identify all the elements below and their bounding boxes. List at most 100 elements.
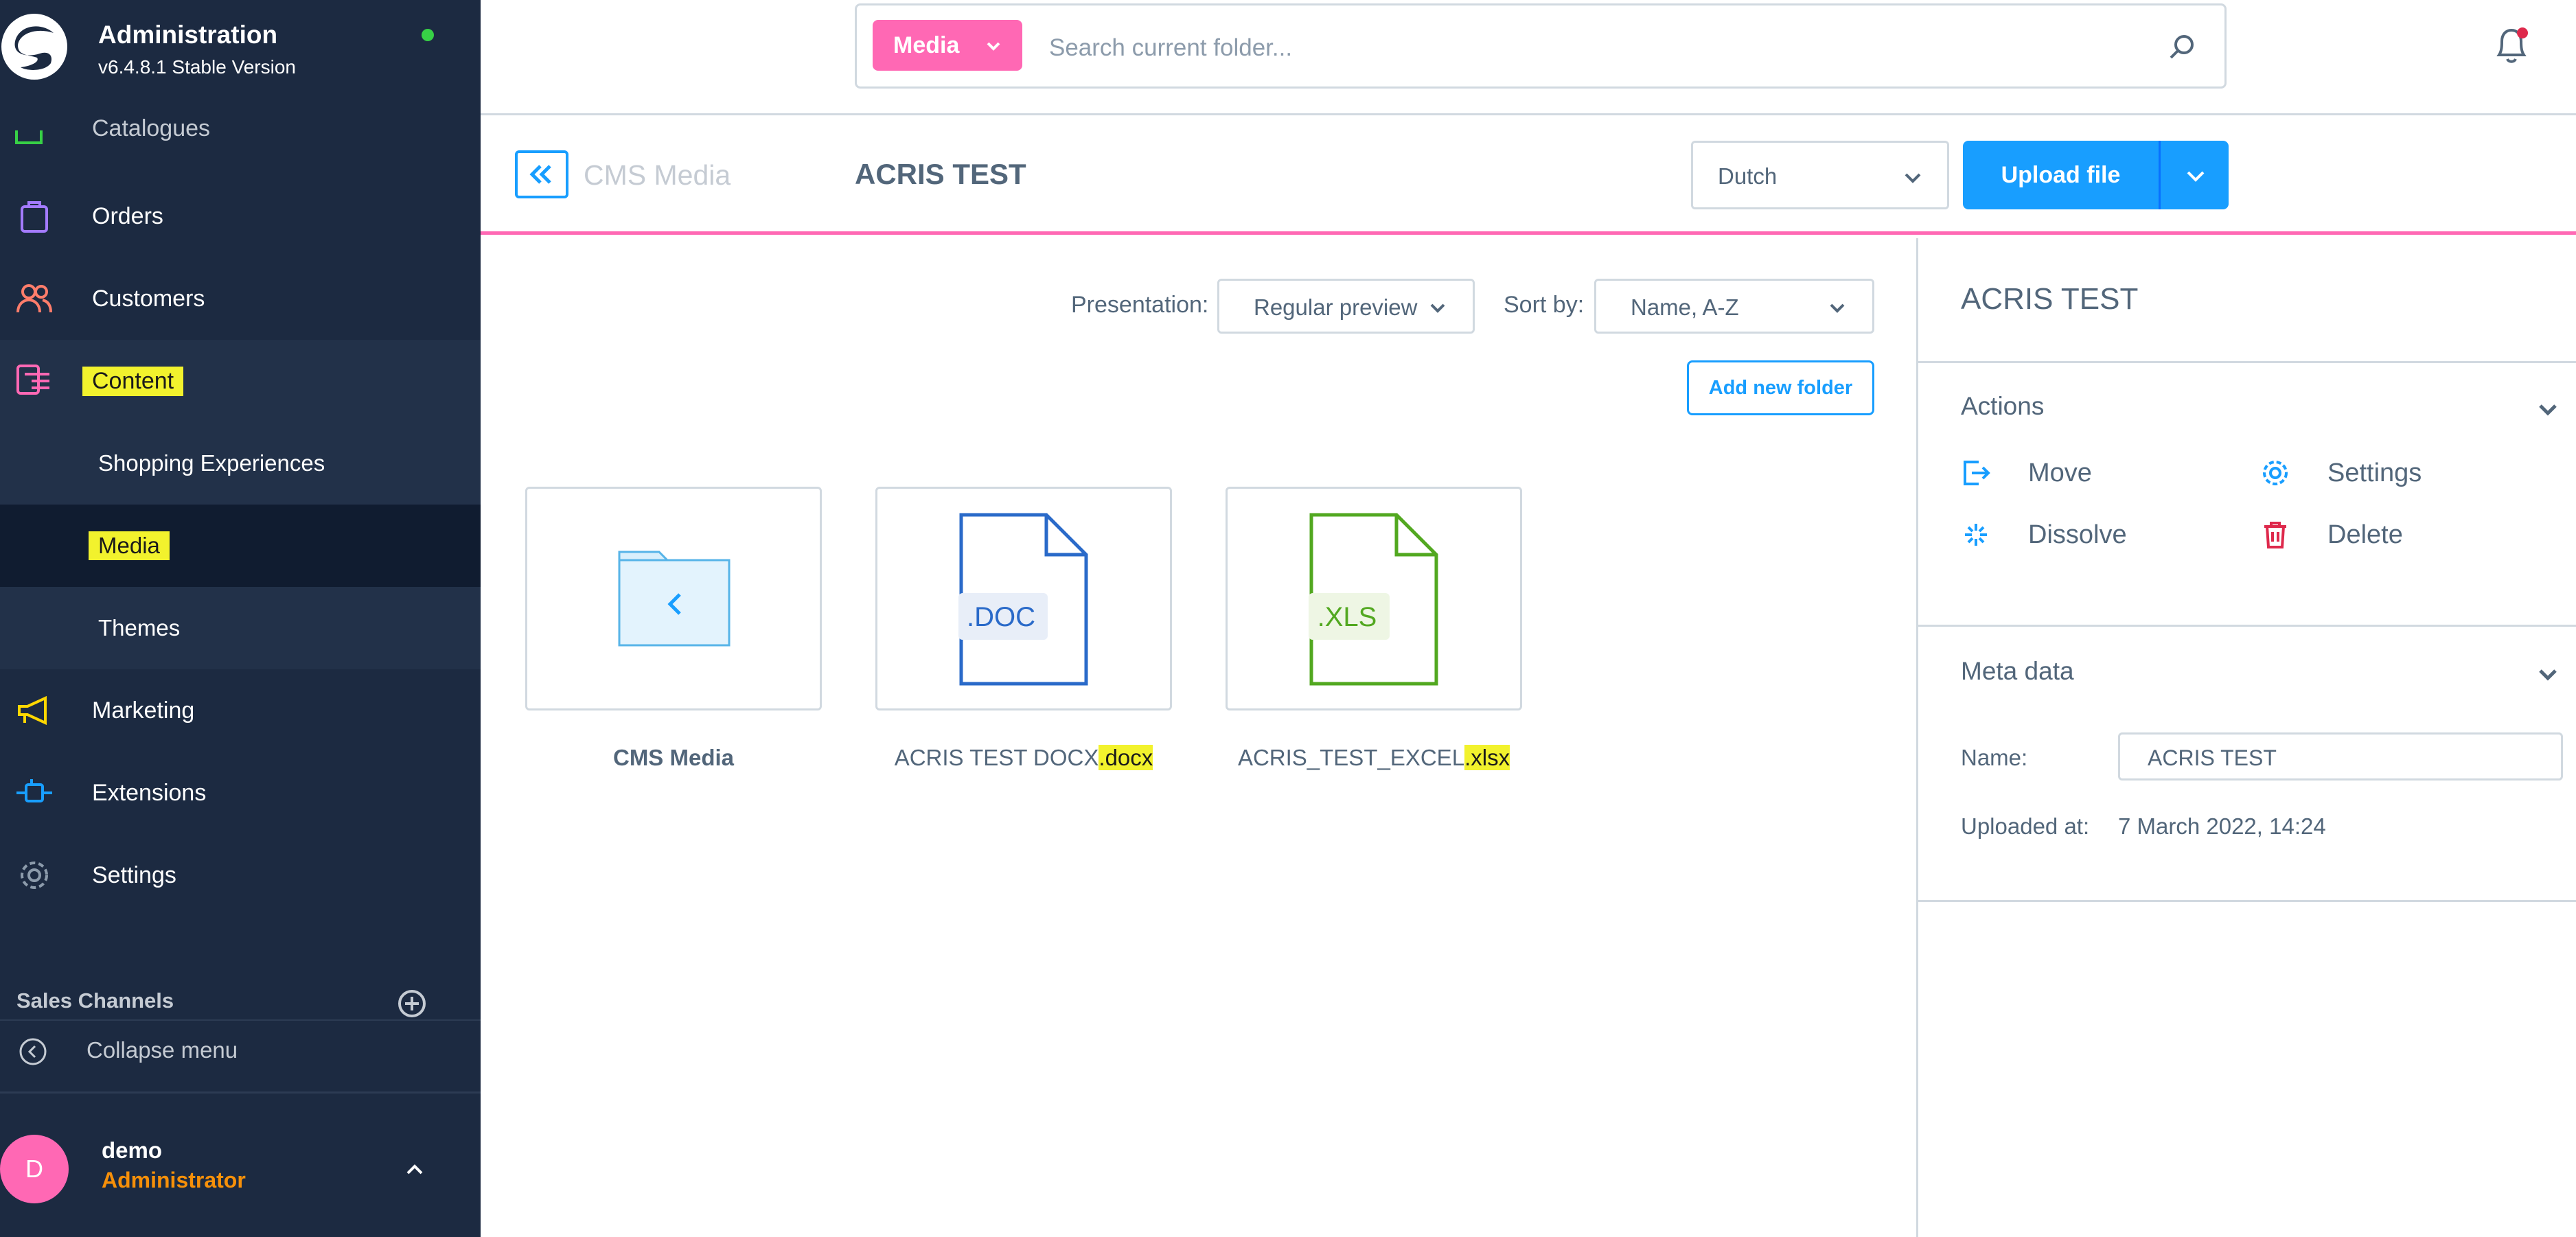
sort-label: Sort by:	[1504, 292, 1585, 318]
move-action[interactable]: Move	[1961, 458, 2092, 488]
delete-label: Delete	[2327, 520, 2403, 549]
chevron-down-icon	[1905, 173, 1921, 183]
media-tile-name: ACRIS TEST DOCX.docx	[875, 745, 1172, 771]
file-extension: .xlsx	[1464, 745, 1510, 770]
trash-icon	[2264, 522, 2286, 548]
chevron-down-icon	[2187, 171, 2205, 182]
sidebar-item-themes[interactable]: Themes	[0, 587, 481, 669]
dissolve-icon	[1965, 524, 1987, 546]
divider	[1918, 625, 2576, 627]
upload-file-label: Upload file	[2001, 161, 2121, 188]
settings-label: Settings	[2327, 458, 2422, 487]
media-tile-xlsx[interactable]: .XLS	[1226, 487, 1522, 710]
sidebar-item-label: Themes	[98, 615, 181, 640]
megaphone-icon	[18, 695, 47, 726]
sidebar-item-settings[interactable]: Settings	[0, 834, 481, 916]
presentation-label: Presentation:	[1071, 292, 1209, 318]
user-menu[interactable]: D demo Administrator	[0, 1091, 481, 1237]
media-tile-name: ACRIS_TEST_EXCEL.xlsx	[1226, 745, 1522, 771]
media-tile-docx[interactable]: .DOC	[875, 487, 1172, 710]
media-tile-name: CMS Media	[612, 745, 735, 770]
top-bar: Media Search current folder...	[481, 0, 2576, 115]
catalogues-icon	[15, 130, 43, 144]
media-library: Presentation: Regular preview Sort by: N…	[481, 238, 1916, 1237]
sidebar-item-extensions[interactable]: Extensions	[0, 752, 481, 834]
avatar: D	[0, 1135, 69, 1203]
divider	[1918, 900, 2576, 902]
file-type-badge: .XLS	[1318, 602, 1377, 632]
search-type-button[interactable]: Media	[873, 20, 1022, 71]
user-role: Administrator	[102, 1168, 246, 1192]
move-icon	[1964, 461, 1990, 485]
presentation-select[interactable]: Regular preview	[1217, 279, 1475, 334]
chevron-up-icon[interactable]	[402, 1157, 427, 1181]
panel-title: ACRIS TEST	[1961, 282, 2139, 316]
uploaded-at-label: Uploaded at:	[1961, 813, 2090, 839]
sidebar-item-label: Marketing	[92, 697, 195, 724]
page-header: CMS Media ACRIS TEST Dutch Upload file	[481, 115, 2576, 235]
sidebar-item-label: Orders	[92, 203, 163, 229]
sidebar-item-catalogues[interactable]: Catalogues	[92, 115, 210, 142]
sort-select[interactable]: Name, A-Z	[1594, 279, 1874, 334]
media-tile-parent-folder[interactable]	[525, 487, 822, 710]
global-search: Media Search current folder...	[855, 3, 2227, 89]
uploaded-at-value: 7 March 2022, 14:24	[2118, 813, 2326, 839]
collapse-menu-label: Collapse menu	[87, 1037, 238, 1063]
bag-icon	[21, 201, 48, 233]
sidebar-item-shopping-experiences[interactable]: Shopping Experiences	[0, 422, 481, 505]
sidebar-item-label: Customers	[92, 285, 205, 312]
meta-data-section-title[interactable]: Meta data	[1961, 657, 2074, 686]
sidebar-item-orders[interactable]: Orders	[0, 175, 481, 257]
upload-options-toggle[interactable]	[2159, 141, 2229, 209]
gear-icon	[2263, 461, 2288, 485]
upload-file-button[interactable]: Upload file	[1963, 141, 2229, 209]
file-type-badge: .DOC	[967, 602, 1035, 632]
plug-icon	[16, 779, 52, 802]
sidebar-details-panel: ACRIS TEST Actions Move Settings Dissolv…	[1916, 238, 2576, 1237]
name-label: Name:	[1961, 745, 2028, 770]
app-title: Administration	[98, 21, 278, 49]
settings-action[interactable]: Settings	[2260, 458, 2422, 488]
add-new-folder-button[interactable]: Add new folder	[1687, 360, 1874, 415]
search-icon[interactable]	[2167, 32, 2198, 63]
sidebar-item-label: Media	[89, 531, 170, 560]
file-name-base: ACRIS_TEST_EXCEL	[1237, 745, 1465, 770]
add-sales-channel-icon[interactable]	[397, 989, 427, 1019]
status-indicator	[422, 29, 434, 41]
sort-value: Name, A-Z	[1631, 294, 1739, 320]
page-title: ACRIS TEST	[855, 158, 1026, 190]
name-field[interactable]: ACRIS TEST	[2118, 732, 2563, 781]
sidebar-item-media[interactable]: Media	[0, 505, 481, 587]
chevron-down-icon	[1430, 303, 1445, 313]
language-value: Dutch	[1718, 163, 1778, 189]
sidebar-item-content[interactable]: Content	[0, 340, 481, 422]
search-input[interactable]: Search current folder...	[1049, 34, 1292, 62]
spreadsheet-file-icon: .XLS	[1309, 513, 1438, 686]
chevron-down-icon	[987, 42, 1000, 51]
divider	[1918, 361, 2576, 363]
chevron-down-icon[interactable]	[2536, 397, 2560, 421]
actions-section-title[interactable]: Actions	[1961, 392, 2044, 421]
user-name: demo	[102, 1137, 163, 1163]
gear-icon	[21, 862, 48, 889]
language-select[interactable]: Dutch	[1691, 141, 1949, 209]
sidebar-header: Administration v6.4.8.1 Stable Version	[0, 0, 481, 103]
sidebar-item-customers[interactable]: Customers	[0, 257, 481, 340]
back-link[interactable]: CMS Media	[584, 159, 731, 192]
content-icon	[16, 365, 49, 395]
users-icon	[16, 284, 52, 313]
sidebar: Catalogues Administration v6.4.8.1 Stabl…	[0, 0, 481, 1237]
dissolve-action[interactable]: Dissolve	[1961, 520, 2127, 550]
file-name-base: ACRIS TEST DOCX	[894, 745, 1099, 770]
notification-bell-icon[interactable]	[2492, 25, 2531, 66]
folder-back-icon	[618, 551, 731, 647]
name-value: ACRIS TEST	[2148, 745, 2277, 770]
sidebar-item-marketing[interactable]: Marketing	[0, 669, 481, 752]
sales-channels-heading: Sales Channels	[16, 989, 174, 1013]
delete-action[interactable]: Delete	[2260, 520, 2403, 550]
collapse-menu-button[interactable]: Collapse menu	[0, 1019, 481, 1091]
chevron-down-icon[interactable]	[2536, 662, 2560, 686]
back-folder-icon[interactable]	[514, 150, 569, 199]
dissolve-label: Dissolve	[2028, 520, 2127, 549]
shopware-logo-icon	[1, 14, 67, 80]
